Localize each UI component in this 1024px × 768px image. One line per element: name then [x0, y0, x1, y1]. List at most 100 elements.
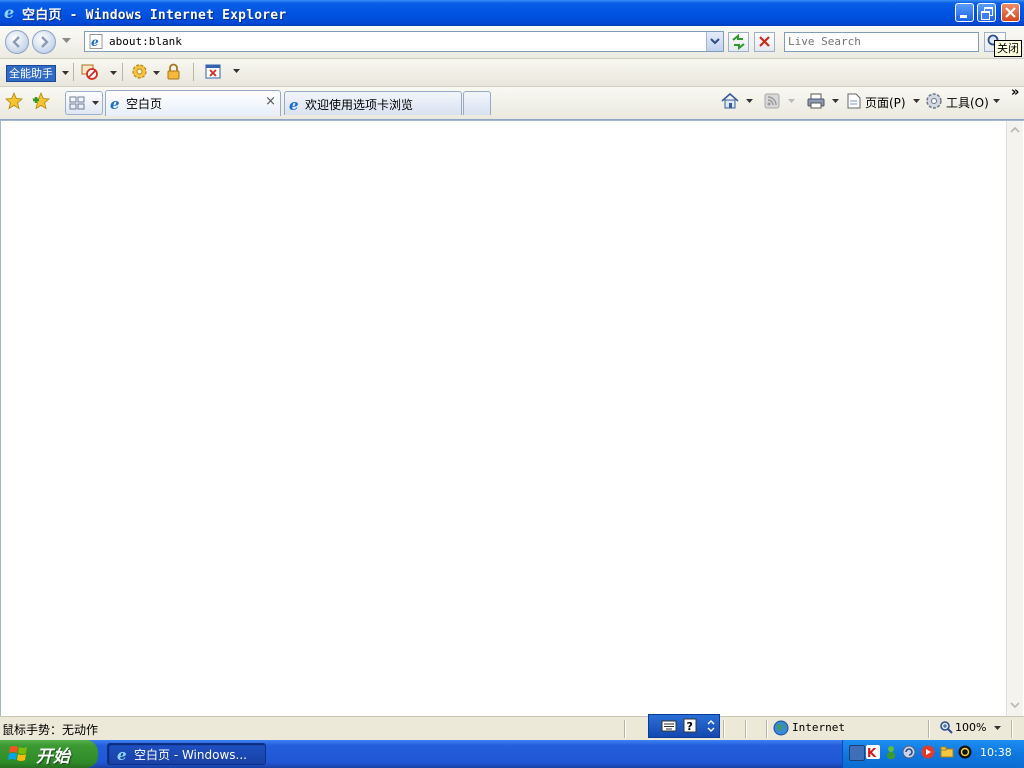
tab-welcome[interactable]: e 欢迎使用选项卡浏览 [284, 91, 462, 115]
tools-dropdown-icon[interactable] [993, 99, 1000, 104]
address-text[interactable]: about:blank [109, 35, 182, 48]
chevron-down-icon [710, 38, 720, 45]
close-tooltip: 关闭 [994, 40, 1022, 57]
recent-pages-dropdown-icon[interactable] [62, 38, 71, 44]
printer-icon[interactable] [806, 92, 826, 110]
status-divider [928, 720, 929, 738]
quick-tabs-button[interactable] [65, 91, 103, 115]
addon-dropdown-icon[interactable] [62, 71, 69, 76]
scroll-up-arrow-icon[interactable] [1008, 123, 1022, 137]
svg-text:?: ? [687, 720, 693, 733]
page-menu-label[interactable]: 页面(P) [865, 94, 906, 111]
svg-text:e: e [91, 35, 99, 49]
feed-dropdown-icon[interactable] [788, 99, 795, 104]
status-divider [624, 720, 625, 738]
title-bar[interactable]: e 空白页 - Windows Internet Explorer [0, 0, 1024, 26]
status-bar: 鼠标手势：无动作 [0, 716, 1024, 740]
close-window-icon[interactable] [205, 64, 221, 79]
gear-icon[interactable] [131, 63, 148, 80]
search-box[interactable] [784, 32, 979, 52]
tools-gear-icon[interactable] [925, 92, 943, 110]
rss-feed-icon[interactable] [764, 93, 780, 109]
close-icon [1005, 7, 1016, 18]
toolbar-separator [122, 63, 123, 81]
zoom-level[interactable]: 100% [955, 721, 986, 734]
ie-page-icon: e [289, 96, 299, 112]
svg-text:e: e [289, 96, 299, 112]
internet-globe-icon [773, 720, 789, 736]
page-dropdown-icon[interactable] [913, 99, 920, 104]
media-player-icon[interactable] [921, 745, 935, 759]
stop-icon [759, 36, 770, 47]
quick-tabs-icon [69, 96, 85, 110]
svg-text:e: e [110, 95, 120, 111]
antivirus-icon[interactable]: K [866, 745, 880, 759]
print-dropdown-icon[interactable] [832, 99, 839, 104]
stop-button[interactable] [754, 32, 775, 52]
close-dropdown-icon[interactable] [233, 69, 240, 74]
home-icon[interactable] [720, 92, 740, 110]
add-favorite-icon[interactable] [32, 92, 50, 110]
svg-text:e: e [4, 4, 14, 20]
address-dropdown-button[interactable] [706, 32, 723, 51]
lock-icon[interactable] [166, 63, 181, 80]
zoom-dropdown-icon[interactable] [994, 726, 1001, 731]
folder-icon[interactable] [940, 745, 954, 759]
forward-arrow-icon [41, 36, 49, 48]
favorites-star-icon[interactable] [5, 92, 23, 110]
windows-logo-icon [8, 746, 27, 761]
addon-button-label[interactable]: 全能助手 [6, 65, 56, 82]
settings-dropdown-icon[interactable] [153, 71, 160, 76]
toolbar-separator [193, 63, 194, 81]
network-icon[interactable] [849, 745, 865, 761]
status-divider [723, 720, 724, 738]
page-content[interactable] [0, 120, 1024, 716]
scroll-down-arrow-icon[interactable] [1008, 698, 1022, 712]
tab-list-dropdown-icon[interactable] [92, 101, 99, 106]
ie-logo-icon: e [4, 4, 14, 20]
home-dropdown-icon[interactable] [746, 99, 753, 104]
svg-text:K: K [867, 746, 877, 759]
volume-icon[interactable] [958, 745, 972, 759]
restore-button[interactable] [977, 3, 996, 22]
vertical-scrollbar[interactable] [1006, 121, 1023, 716]
status-text: 鼠标手势：无动作 [2, 723, 99, 737]
back-button[interactable] [5, 30, 29, 54]
popup-dropdown-icon[interactable] [110, 71, 117, 76]
ie-taskbar-icon: e [117, 746, 127, 762]
close-button[interactable] [1001, 3, 1020, 22]
new-tab-button[interactable] [463, 91, 491, 115]
update-icon[interactable] [902, 745, 916, 759]
tab-blank-page[interactable]: e 空白页 × [105, 90, 281, 116]
window-title: 空白页 - Windows Internet Explorer [22, 8, 287, 23]
ime-options-icon[interactable] [707, 718, 715, 734]
zoom-icon[interactable] [939, 720, 953, 734]
tab-label: 空白页 [126, 97, 163, 111]
ime-language-bar[interactable]: ? [648, 714, 720, 738]
page-menu-icon[interactable] [846, 93, 862, 109]
toolbar-overflow-chevron[interactable]: » [1011, 85, 1019, 100]
search-input[interactable] [788, 35, 973, 48]
refresh-icon [732, 33, 745, 51]
tab-close-button[interactable]: × [265, 94, 276, 109]
help-icon[interactable]: ? [683, 718, 697, 733]
ie-page-icon: e [110, 95, 120, 111]
start-label: 开始 [36, 747, 70, 767]
status-divider [766, 720, 767, 738]
toolbar-separator [73, 63, 74, 81]
messenger-icon[interactable] [884, 745, 898, 759]
security-zone-label: Internet [792, 721, 845, 734]
back-arrow-icon [12, 36, 20, 48]
tab-label: 欢迎使用选项卡浏览 [305, 98, 414, 112]
refresh-button[interactable] [728, 32, 749, 52]
clock[interactable]: 10:38 [980, 746, 1012, 759]
address-bar[interactable]: e about:blank [84, 31, 724, 52]
forward-button[interactable] [32, 30, 56, 54]
status-divider [745, 720, 746, 738]
keyboard-icon[interactable] [661, 719, 677, 733]
tools-menu-label[interactable]: 工具(O) [946, 94, 989, 111]
popup-blocker-icon[interactable] [81, 63, 99, 80]
minimize-button[interactable] [955, 3, 974, 22]
svg-text:e: e [117, 746, 127, 762]
status-divider [1011, 720, 1012, 738]
